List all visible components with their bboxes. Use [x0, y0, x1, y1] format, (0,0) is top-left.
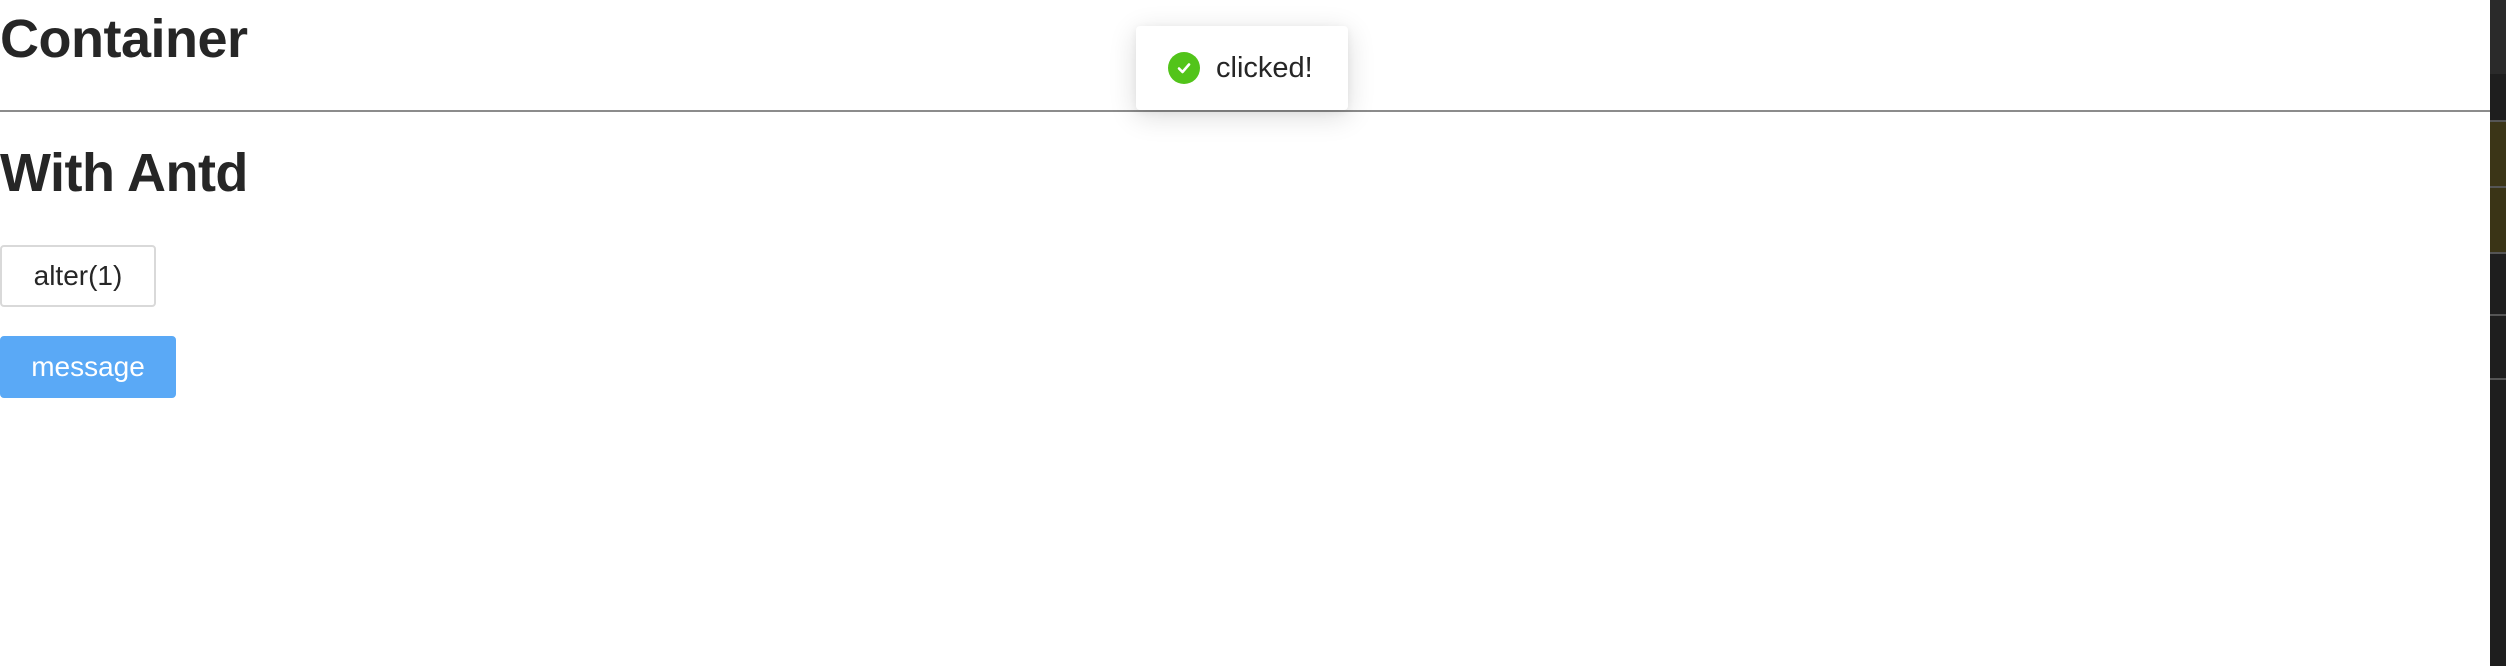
side-panel-separator — [2490, 314, 2506, 316]
antd-heading: With Antd — [0, 143, 248, 203]
alter-button[interactable]: alter(1) — [0, 245, 156, 307]
side-panel-edge — [2490, 0, 2506, 666]
side-panel-segment — [2490, 122, 2506, 186]
toast-text: clicked! — [1216, 51, 1313, 84]
message-button[interactable]: message — [0, 336, 176, 398]
container-heading: Container — [0, 9, 248, 69]
side-panel-separator — [2490, 378, 2506, 380]
side-panel-separator — [2490, 186, 2506, 188]
check-circle-icon — [1168, 52, 1200, 84]
success-message-toast: clicked! — [1136, 26, 1348, 110]
side-panel-segment — [2490, 0, 2506, 74]
side-panel-separator — [2490, 120, 2506, 122]
section-divider — [0, 110, 2490, 112]
page: Container With Antd alter(1) message cli… — [0, 0, 2506, 666]
side-panel-separator — [2490, 252, 2506, 254]
side-panel-segment — [2490, 186, 2506, 252]
